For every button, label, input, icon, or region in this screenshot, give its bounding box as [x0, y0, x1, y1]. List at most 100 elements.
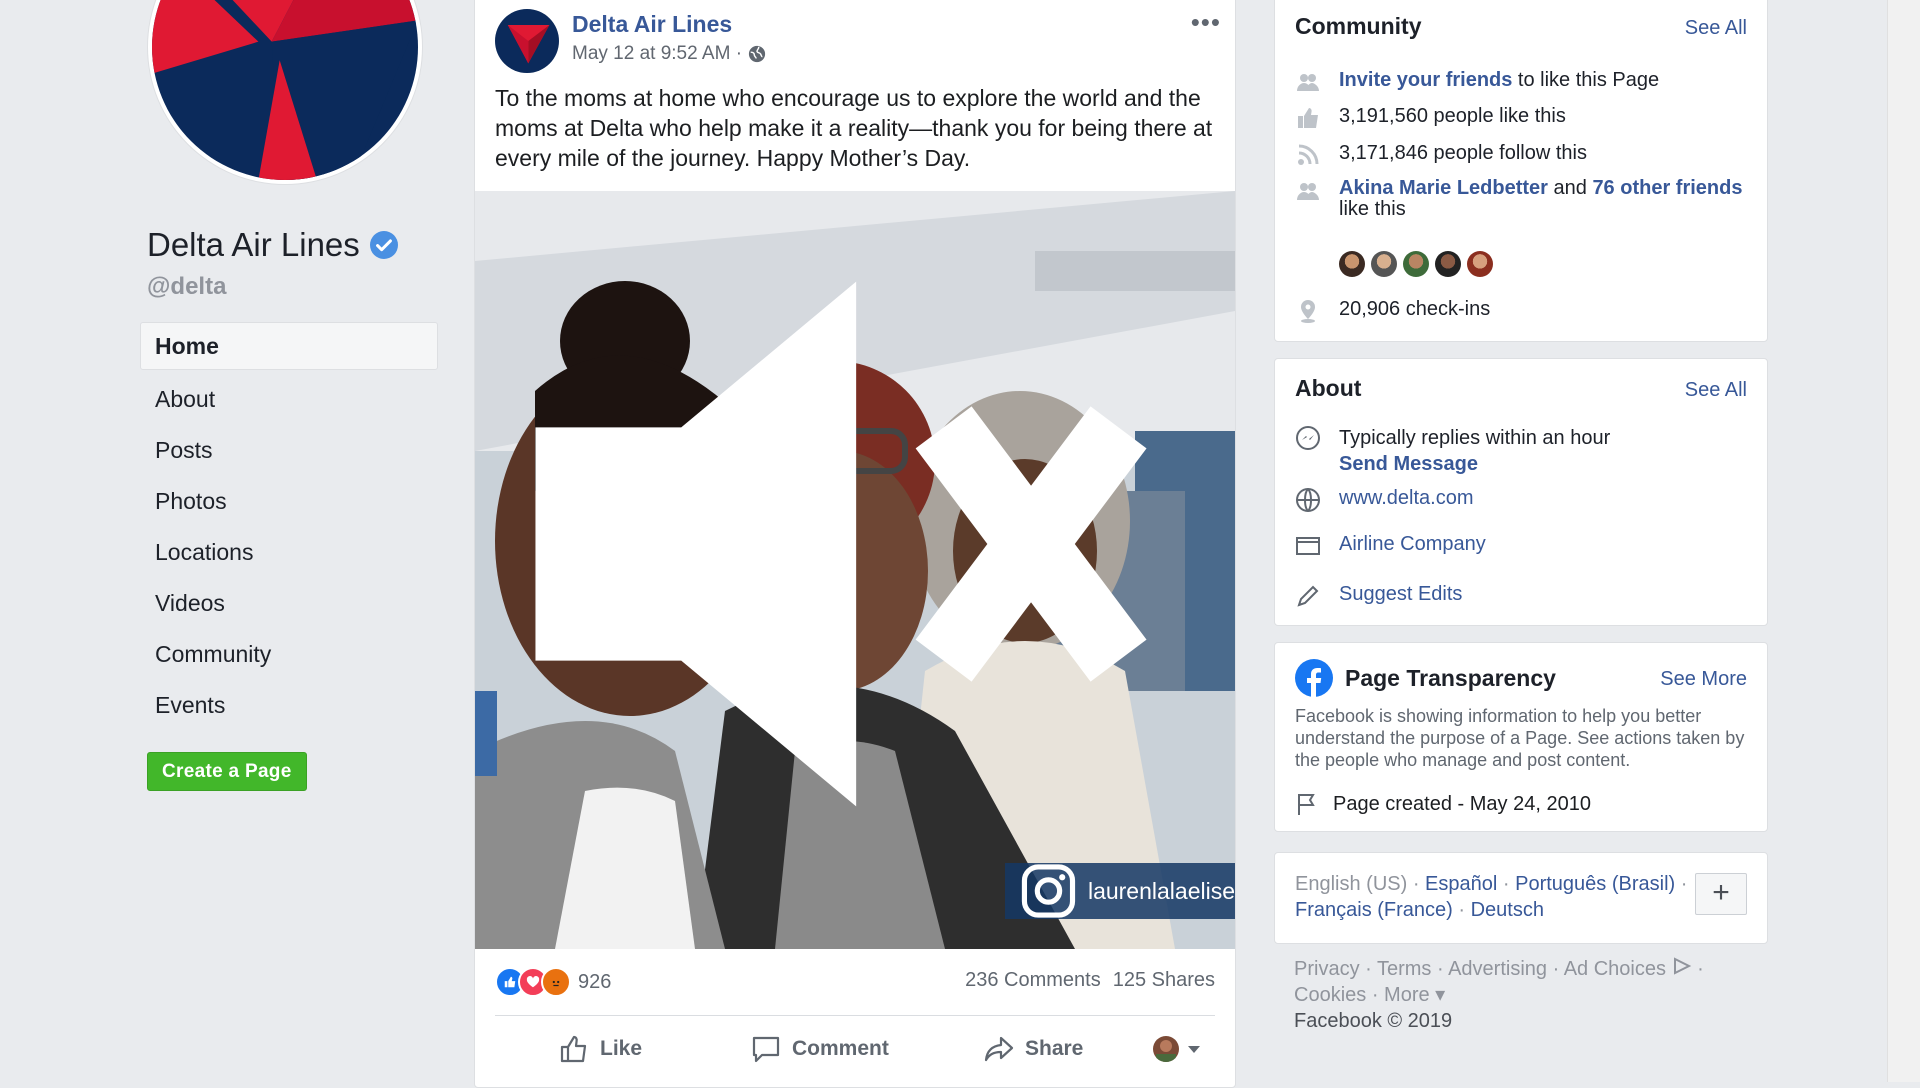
- community-card: Community See All Invite your friends to…: [1274, 0, 1768, 342]
- nav-item-about[interactable]: About: [140, 373, 438, 424]
- transparency-see-more-link[interactable]: See More: [1660, 668, 1747, 691]
- post-actions: Like Comment Share: [495, 1027, 1215, 1071]
- reaction-count[interactable]: 926: [578, 971, 611, 994]
- friend-avatar[interactable]: [1339, 251, 1365, 277]
- nav-item-locations[interactable]: Locations: [140, 526, 438, 577]
- add-language-button[interactable]: +: [1695, 873, 1747, 915]
- nav-item-home[interactable]: Home: [140, 322, 438, 370]
- friends-like-text: like this: [1339, 198, 1406, 220]
- facebook-logo-icon: [1295, 659, 1333, 697]
- checkins-row: 20,906 check-ins: [1295, 298, 1747, 324]
- friend-avatar[interactable]: [1371, 251, 1397, 277]
- share-arrow-icon: [984, 1036, 1014, 1062]
- invite-row: Invite your friends to like this Page: [1295, 69, 1747, 95]
- language-espanol-link[interactable]: Español: [1425, 873, 1497, 895]
- likes-count: 3,191,560 people like this: [1339, 105, 1566, 127]
- post-options-icon[interactable]: •••: [1191, 7, 1221, 38]
- page-handle[interactable]: @delta: [147, 273, 226, 301]
- post-timestamp[interactable]: May 12 at 9:52 AM ·: [572, 43, 742, 65]
- chevron-down-icon: [1188, 1046, 1200, 1053]
- share-button[interactable]: Share: [983, 1033, 1083, 1065]
- page-title[interactable]: Delta Air Lines: [147, 226, 398, 264]
- react-as-selector[interactable]: [1153, 1036, 1201, 1062]
- current-language: English (US): [1295, 873, 1408, 895]
- friends-icon: [1297, 183, 1319, 200]
- globe-icon[interactable]: [748, 45, 766, 63]
- pencil-icon: [1297, 585, 1319, 607]
- website-link[interactable]: www.delta.com: [1339, 487, 1474, 510]
- page-created-row: Page created - May 24, 2010: [1295, 791, 1591, 817]
- languages-card: English (US) · Español · Português (Bras…: [1274, 852, 1768, 944]
- globe-icon: [1296, 488, 1320, 512]
- delta-logo-icon: [152, 0, 418, 180]
- response-row: Typically replies within an hour Send Me…: [1295, 425, 1747, 477]
- transparency-description: Facebook is showing information to help …: [1295, 706, 1745, 770]
- create-page-button[interactable]: Create a Page: [147, 752, 307, 791]
- thumbs-up-icon: [560, 1035, 587, 1063]
- category-link[interactable]: Airline Company: [1339, 533, 1486, 556]
- page-transparency-card: Page Transparency See More Facebook is s…: [1274, 642, 1768, 832]
- nav-item-photos[interactable]: Photos: [140, 475, 438, 526]
- page-nav: Home About Posts Photos Locations Videos…: [140, 322, 438, 730]
- nav-item-community[interactable]: Community: [140, 628, 438, 679]
- friend-avatar[interactable]: [1435, 251, 1461, 277]
- post-author-avatar[interactable]: [495, 9, 559, 73]
- nav-item-videos[interactable]: Videos: [140, 577, 438, 628]
- website-row: www.delta.com: [1295, 487, 1747, 513]
- thumbs-up-icon: [1298, 108, 1318, 128]
- post-message: To the moms at home who encourage us to …: [495, 85, 1213, 171]
- footer: Privacy · Terms · Advertising · Ad Choic…: [1294, 956, 1744, 1034]
- page-profile-picture[interactable]: [148, 0, 422, 184]
- friends-icon: [1297, 74, 1319, 91]
- nav-item-posts[interactable]: Posts: [140, 424, 438, 475]
- about-title: About: [1295, 375, 1362, 401]
- language-portugues-link[interactable]: Português (Brasil): [1515, 873, 1675, 895]
- angry-reaction-icon: [541, 967, 571, 997]
- suggest-edits-link[interactable]: Suggest Edits: [1339, 583, 1462, 606]
- transparency-title: Page Transparency: [1345, 665, 1556, 691]
- share-label: Share: [1025, 1037, 1084, 1060]
- flag-icon: [1298, 794, 1315, 815]
- friend-avatar[interactable]: [1467, 251, 1493, 277]
- response-time: Typically replies within an hour: [1339, 427, 1611, 449]
- other-friends-link[interactable]: 76 other friends: [1592, 177, 1742, 199]
- community-see-all-link[interactable]: See All: [1685, 17, 1747, 40]
- send-message-link[interactable]: Send Message: [1339, 453, 1478, 475]
- language-francais-link[interactable]: Français (France): [1295, 899, 1453, 921]
- like-button[interactable]: Like: [558, 1033, 642, 1065]
- reactions-summary[interactable]: 926: [495, 967, 611, 997]
- category-folder-icon: [1296, 537, 1320, 555]
- about-see-all-link[interactable]: See All: [1685, 379, 1747, 402]
- comments-count-link[interactable]: 236 Comments: [965, 969, 1101, 992]
- post-photo[interactable]: laurenlalaelise: [475, 191, 1235, 949]
- invite-friends-link[interactable]: Invite your friends: [1339, 69, 1512, 91]
- suggest-edits-row: Suggest Edits: [1295, 583, 1747, 609]
- post-author-name[interactable]: Delta Air Lines: [572, 11, 732, 38]
- language-list: English (US) · Español · Português (Bras…: [1295, 873, 1688, 921]
- messenger-icon: [1296, 426, 1320, 450]
- comment-icon: [752, 1036, 780, 1063]
- mute-icon[interactable]: [475, 191, 1207, 923]
- post-card: Delta Air Lines May 12 at 9:52 AM · ••• …: [474, 0, 1236, 1088]
- footer-links[interactable]: Privacy · Terms · Advertising · Ad Choic…: [1294, 958, 1666, 980]
- rss-follow-icon: [1298, 144, 1319, 165]
- page-title-text[interactable]: Delta Air Lines: [147, 226, 360, 264]
- follows-row: 3,171,846 people follow this: [1295, 142, 1747, 168]
- like-label: Like: [600, 1037, 643, 1060]
- ad-choices-icon[interactable]: [1672, 957, 1692, 975]
- friend-avatars: [1339, 251, 1493, 277]
- copyright: Facebook © 2019: [1294, 1010, 1453, 1032]
- friend-avatar[interactable]: [1403, 251, 1429, 277]
- comment-label: Comment: [792, 1037, 889, 1060]
- about-card: About See All Typically replies within a…: [1274, 358, 1768, 626]
- shares-count-link[interactable]: 125 Shares: [1113, 969, 1215, 992]
- comment-button[interactable]: Comment: [750, 1033, 889, 1065]
- language-deutsch-link[interactable]: Deutsch: [1471, 899, 1544, 921]
- footer-links-more[interactable]: Cookies · More ▾: [1294, 982, 1744, 1008]
- friend-name-link[interactable]: Akina Marie Ledbetter: [1339, 177, 1548, 199]
- invite-text: to like this Page: [1512, 69, 1660, 91]
- scrollbar[interactable]: [1887, 0, 1920, 1082]
- divider: [495, 1015, 1215, 1016]
- nav-item-events[interactable]: Events: [140, 679, 438, 730]
- verified-badge-icon: [369, 231, 398, 259]
